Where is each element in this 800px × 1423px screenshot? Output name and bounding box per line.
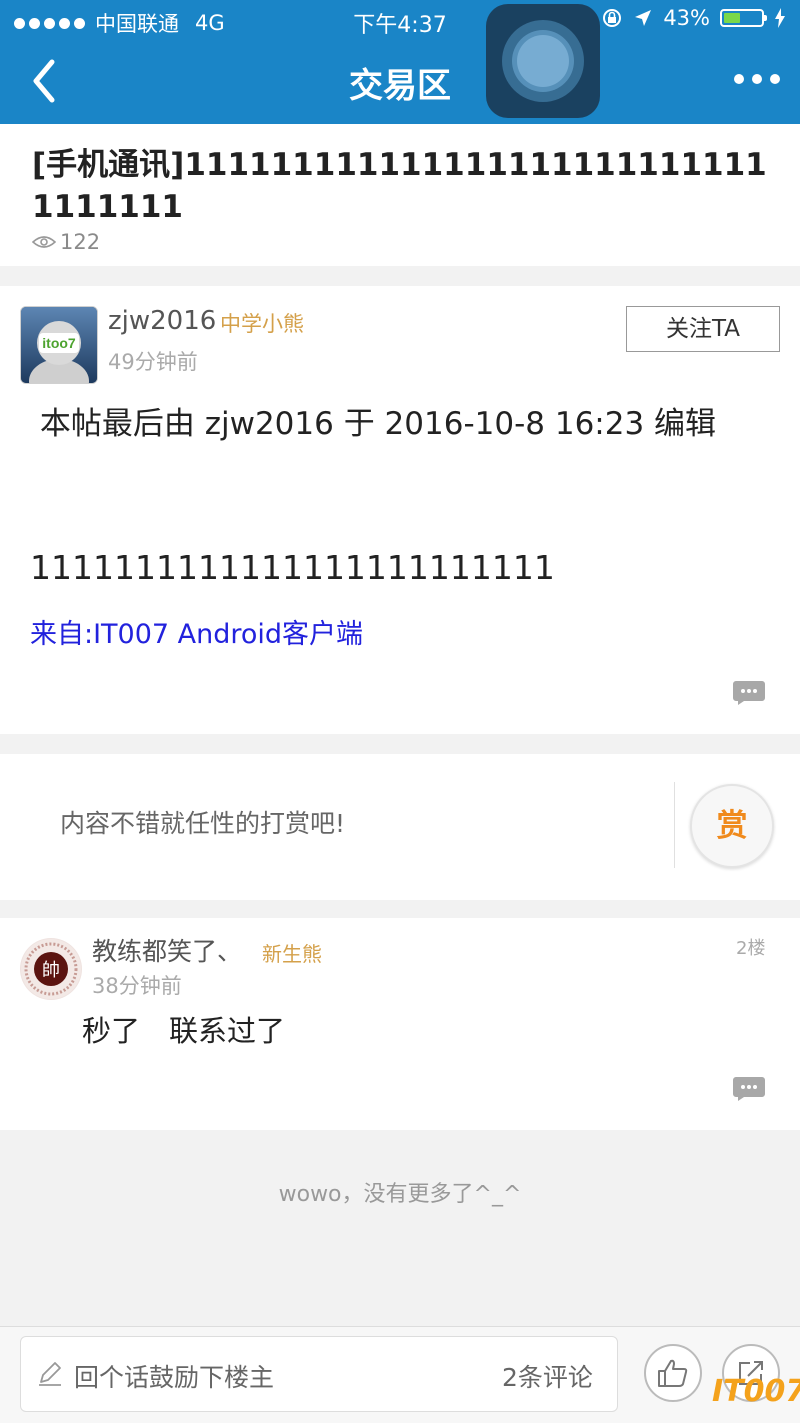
reply-author-name[interactable]: 教练都笑了、 — [92, 932, 242, 968]
page-title: 交易区 — [349, 66, 451, 106]
charging-icon — [775, 8, 785, 28]
reply-placeholder[interactable]: 回个话鼓励下楼主 — [74, 1358, 274, 1394]
watermark-logo: IT007 — [712, 1374, 800, 1409]
thumbs-up-icon — [658, 1359, 688, 1387]
avatar-logo-text: itoo7 — [42, 335, 76, 351]
reply-level-badge: 新生熊 — [262, 942, 322, 966]
source-link[interactable]: 来自:IT007 Android客户端 — [30, 612, 363, 651]
status-bar: 中国联通 4G 下午4:37 43% — [0, 0, 800, 40]
end-of-list-text: wowo，没有更多了^_^ — [278, 1182, 522, 1207]
status-right: 43% — [601, 6, 786, 30]
location-icon — [635, 10, 652, 26]
comment-icon[interactable] — [732, 680, 766, 706]
edit-note: 本帖最后由 zjw2016 于 2016-10-8 16:23 编辑 — [30, 406, 717, 442]
reply-comment-icon[interactable] — [732, 1076, 766, 1102]
eye-icon — [32, 236, 56, 248]
view-count-value: 122 — [60, 230, 101, 254]
battery-icon — [720, 9, 767, 27]
reply-avatar-image: 帥 — [21, 939, 81, 999]
reply-avatar-char: 帥 — [42, 960, 60, 981]
divider — [674, 782, 675, 868]
more-icon[interactable] — [734, 74, 780, 84]
tip-prompt: 内容不错就任性的打赏吧! — [60, 809, 346, 838]
rotation-lock-icon — [603, 9, 622, 27]
assistive-touch-icon[interactable] — [486, 4, 600, 118]
avatar-image: itoo7 — [21, 307, 97, 383]
like-button[interactable] — [644, 1344, 702, 1402]
floor-number: 2楼 — [736, 938, 766, 959]
post-time: 49分钟前 — [108, 350, 198, 374]
user-level-badge: 中学小熊 — [220, 312, 304, 336]
view-count: 122 — [32, 230, 100, 254]
post-body: 1111111111111111111111111 — [30, 548, 555, 587]
thread-title: [手机通讯]1111111111111111111111111111111111 — [32, 147, 767, 225]
reply-time: 38分钟前 — [92, 974, 182, 998]
reply-body: 秒了 联系过了 — [82, 1014, 286, 1048]
tip-button[interactable]: 赏 — [690, 784, 774, 868]
follow-button[interactable]: 关注TA — [626, 306, 780, 352]
author-name[interactable]: zjw2016 — [108, 306, 216, 336]
avatar[interactable]: itoo7 — [20, 306, 98, 384]
comment-count[interactable]: 2条评论 — [502, 1358, 593, 1394]
pencil-icon — [39, 1362, 61, 1386]
battery-percent: 43% — [663, 6, 710, 30]
reply-avatar[interactable]: 帥 — [20, 938, 82, 1000]
